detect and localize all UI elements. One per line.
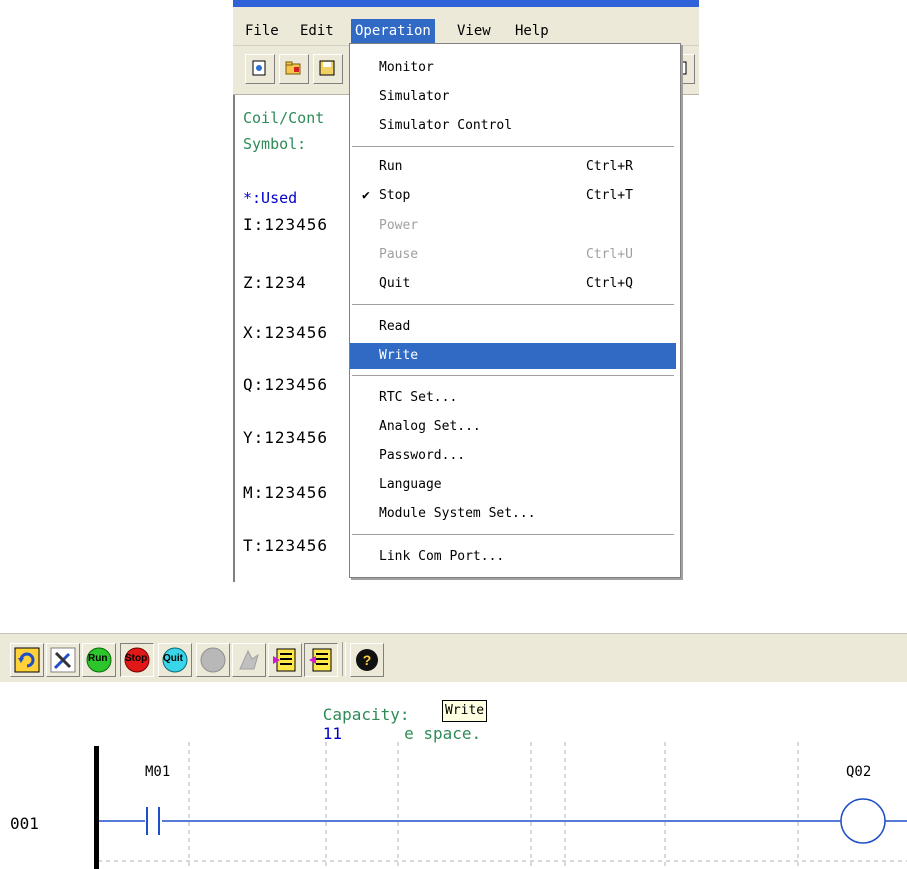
- pause-button-disabled: [232, 643, 266, 677]
- simulator-button[interactable]: [46, 643, 80, 677]
- menu-item-read[interactable]: Read: [350, 314, 676, 340]
- menu-item-write-label: Write: [379, 348, 419, 363]
- bottom-app-window: Run Stop Quit ? Capacity: 11 e space. Wr…: [0, 633, 907, 869]
- menu-item-simulator-label: Simulator: [379, 89, 450, 104]
- menu-item-module-system-set[interactable]: Module System Set...: [350, 501, 676, 527]
- menu-operation[interactable]: Operation: [351, 19, 435, 43]
- menu-item-pause: Pause Ctrl+U: [350, 242, 676, 268]
- menu-item-run-shortcut: Ctrl+R: [586, 159, 633, 174]
- menu-item-stop-label: Stop: [379, 188, 411, 203]
- menu-item-password-label: Password...: [379, 448, 466, 463]
- capacity-value: 11: [322, 724, 343, 743]
- stop-button[interactable]: Stop: [120, 643, 154, 677]
- power-button-disabled: [196, 643, 230, 677]
- pause-icon: [236, 647, 262, 673]
- quit-button-label: Quit: [163, 653, 183, 664]
- open-file-button[interactable]: [279, 54, 309, 84]
- power-icon: [200, 647, 226, 673]
- coil-contact-label: Coil/Cont: [243, 109, 325, 127]
- write-icon: [308, 647, 334, 673]
- menu-item-quit-shortcut: Ctrl+Q: [586, 276, 633, 291]
- menu-item-stop-shortcut: Ctrl+T: [586, 188, 633, 203]
- toolbar-separator: [342, 642, 346, 676]
- open-folder-icon: [285, 60, 301, 76]
- menu-separator: [352, 375, 674, 377]
- menu-item-run[interactable]: Run Ctrl+R: [350, 154, 676, 180]
- menu-item-password[interactable]: Password...: [350, 443, 676, 469]
- quit-button[interactable]: Quit: [158, 643, 192, 677]
- contact-label: M01: [145, 764, 171, 780]
- menu-item-simulator-control[interactable]: Simulator Control: [350, 113, 676, 139]
- read-button[interactable]: [268, 643, 302, 677]
- monitor-button[interactable]: [10, 643, 44, 677]
- coil-label: Q02: [846, 764, 872, 780]
- menu-item-simulator[interactable]: Simulator: [350, 84, 676, 110]
- menu-bar: File Edit Operation View Help: [233, 7, 699, 46]
- new-file-icon: [251, 60, 267, 76]
- used-row-t: T:123456: [243, 536, 329, 555]
- used-row-z: Z:1234: [243, 273, 307, 292]
- menu-file[interactable]: File: [241, 21, 283, 41]
- save-icon: [319, 60, 335, 76]
- menu-item-simulator-control-label: Simulator Control: [379, 118, 513, 133]
- menu-item-monitor-label: Monitor: [379, 60, 434, 75]
- menu-edit[interactable]: Edit: [296, 21, 338, 41]
- tools-icon: [50, 647, 76, 673]
- used-row-q: Q:123456: [243, 375, 329, 394]
- read-icon: [272, 647, 298, 673]
- help-button[interactable]: ?: [350, 643, 384, 677]
- menu-item-monitor[interactable]: Monitor: [350, 55, 676, 81]
- run-button[interactable]: Run: [82, 643, 116, 677]
- monitor-refresh-icon: [14, 647, 40, 673]
- menu-item-analog-set-label: Analog Set...: [379, 419, 481, 434]
- save-button[interactable]: [313, 54, 343, 84]
- menu-item-power-label: Power: [379, 218, 419, 233]
- write-button[interactable]: [304, 643, 338, 677]
- menu-help[interactable]: Help: [511, 21, 553, 41]
- svg-text:?: ?: [363, 652, 372, 668]
- used-row-i: I:123456: [243, 215, 329, 234]
- rung-number: 001: [10, 814, 39, 833]
- used-row-x: X:123456: [243, 323, 329, 342]
- menu-item-language-label: Language: [379, 477, 442, 492]
- run-button-label: Run: [88, 653, 108, 664]
- operation-toolbar: Run Stop Quit ?: [0, 633, 907, 683]
- menu-item-write[interactable]: Write: [350, 343, 676, 369]
- new-file-button[interactable]: [245, 54, 275, 84]
- used-legend: *:Used: [243, 189, 298, 207]
- capacity-status: Capacity: 11 e space.: [265, 686, 481, 762]
- stop-button-label: Stop: [125, 653, 148, 664]
- menu-view[interactable]: View: [453, 21, 495, 41]
- menu-item-quit[interactable]: Quit Ctrl+Q: [350, 271, 676, 297]
- menu-item-module-system-set-label: Module System Set...: [379, 506, 536, 521]
- menu-item-language[interactable]: Language: [350, 472, 676, 498]
- capacity-label: Capacity:: [322, 705, 410, 724]
- help-icon: ?: [354, 647, 380, 673]
- checkmark-icon: ✔: [362, 188, 370, 203]
- menu-item-quit-label: Quit: [379, 276, 411, 291]
- menu-separator: [352, 304, 674, 306]
- ladder-editor[interactable]: Capacity: 11 e space. Write M01 Q02 001: [0, 682, 907, 869]
- menu-item-analog-set[interactable]: Analog Set...: [350, 414, 676, 440]
- menu-item-read-label: Read: [379, 319, 411, 334]
- used-row-y: Y:123456: [243, 428, 329, 447]
- menu-separator: [352, 146, 674, 148]
- used-row-m: M:123456: [243, 483, 329, 502]
- menu-separator: [352, 534, 674, 536]
- symbol-label: Symbol:: [243, 135, 307, 153]
- title-bar: [233, 0, 699, 7]
- write-tooltip: Write: [442, 700, 488, 722]
- menu-item-power: Power: [350, 213, 676, 239]
- menu-item-link-com-port[interactable]: Link Com Port...: [350, 544, 676, 570]
- capacity-suffix: e space.: [404, 724, 482, 743]
- menu-item-pause-shortcut: Ctrl+U: [586, 247, 633, 262]
- operation-dropdown-menu: Monitor Simulator Simulator Control Run …: [349, 43, 681, 578]
- menu-item-link-com-port-label: Link Com Port...: [379, 549, 505, 564]
- menu-item-run-label: Run: [379, 159, 403, 174]
- menu-item-rtc-set[interactable]: RTC Set...: [350, 385, 676, 411]
- menu-item-pause-label: Pause: [379, 247, 419, 262]
- menu-item-stop[interactable]: ✔ Stop Ctrl+T: [350, 183, 676, 209]
- menu-item-rtc-set-label: RTC Set...: [379, 390, 458, 405]
